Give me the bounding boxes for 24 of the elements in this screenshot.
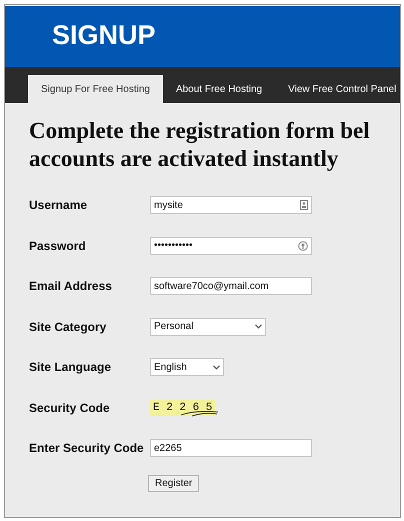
input-field[interactable]: software70co@ymail.com [150,277,312,296]
dropdown[interactable]: English [150,358,224,376]
field-label: Enter Security Code [29,441,145,456]
captcha-image: E 2 2 6 5 [150,400,216,416]
contact-card-icon [300,200,308,210]
form-heading: Complete the registration form bel accounts are activated instantly [29,117,371,173]
site-title: SIGNUP [51,19,156,51]
chevron-down-icon [213,364,220,370]
input-field[interactable]: ••••••••••• [150,236,312,255]
nav-tab[interactable]: About Free Hosting [162,75,276,103]
register-button[interactable]: Register [148,474,200,492]
chevron-down-icon [255,324,262,330]
field-label: Email Address [29,279,113,294]
key-icon [298,240,308,251]
field-label: Site Language [29,360,112,374]
input-field[interactable]: e2265 [150,439,312,458]
nav-tab[interactable]: Signup For Free Hosting [28,75,163,103]
dropdown[interactable]: Personal [150,318,266,336]
field-label: Security Code [29,400,111,415]
field-label: Site Category [29,320,108,334]
input-field[interactable]: mysite [150,196,312,214]
field-label: Username [29,198,88,212]
nav-tab[interactable]: View Free Control Panel [275,75,400,103]
field-label: Password [29,238,87,253]
